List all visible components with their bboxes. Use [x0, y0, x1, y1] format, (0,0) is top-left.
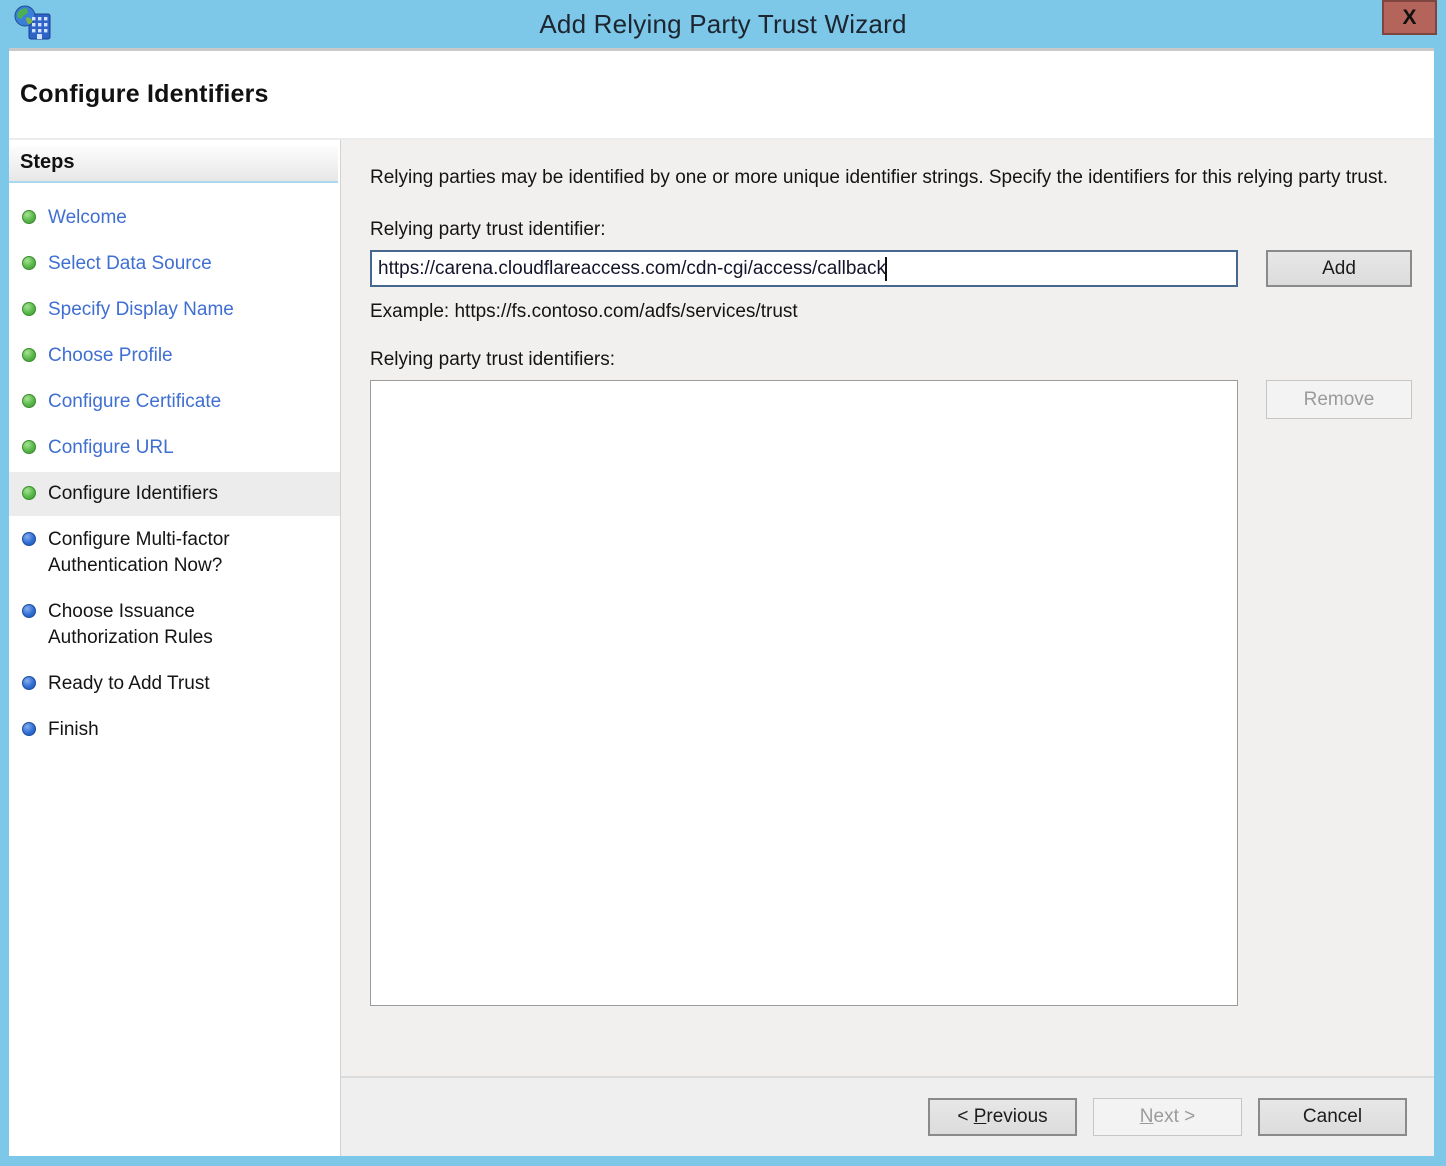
- step-item-select-data-source[interactable]: Select Data Source: [9, 251, 340, 277]
- step-item-configure-url[interactable]: Configure URL: [9, 435, 340, 461]
- wizard-window: Add Relying Party Trust Wizard X Configu…: [0, 0, 1446, 1166]
- window-title: Add Relying Party Trust Wizard: [0, 0, 1446, 48]
- steps-header: Steps: [9, 146, 338, 183]
- add-button[interactable]: Add: [1266, 250, 1412, 287]
- step-pending-bullet-icon: [22, 676, 36, 690]
- step-item-welcome[interactable]: Welcome: [9, 205, 340, 231]
- step-label: Configure Certificate: [48, 389, 221, 415]
- identifier-label: Relying party trust identifier:: [370, 219, 1434, 241]
- next-button: Next >: [1093, 1098, 1242, 1136]
- step-label: Configure Multi-factor Authentication No…: [48, 527, 300, 579]
- step-item-configure-identifiers: Configure Identifiers: [9, 472, 340, 516]
- main-panel: Relying parties may be identified by one…: [341, 140, 1434, 1076]
- step-label: Ready to Add Trust: [48, 671, 210, 697]
- step-pending-bullet-icon: [22, 532, 36, 546]
- step-label: Configure Identifiers: [48, 481, 218, 507]
- dialog-body: Configure Identifiers Steps Welcome Selec…: [9, 48, 1434, 1156]
- step-completed-bullet-icon: [22, 394, 36, 408]
- step-label: Finish: [48, 717, 99, 743]
- step-label: Choose Issuance Authorization Rules: [48, 599, 300, 651]
- steps-sidebar: Steps Welcome Select Data Source Specify D…: [9, 140, 341, 1156]
- identifiers-listbox[interactable]: [370, 380, 1238, 1006]
- close-button[interactable]: X: [1382, 0, 1437, 35]
- step-label: Choose Profile: [48, 343, 173, 369]
- identifiers-list-label: Relying party trust identifiers:: [370, 349, 1434, 371]
- step-completed-bullet-icon: [22, 256, 36, 270]
- footer-bar: < Previous Next > Cancel: [341, 1076, 1434, 1156]
- page-title: Configure Identifiers: [20, 80, 269, 109]
- step-label: Welcome: [48, 205, 127, 231]
- step-label: Select Data Source: [48, 251, 212, 277]
- step-completed-bullet-icon: [22, 348, 36, 362]
- text-caret-icon: [885, 257, 887, 281]
- step-item-configure-certificate[interactable]: Configure Certificate: [9, 389, 340, 415]
- relying-party-identifier-input[interactable]: [370, 250, 1238, 287]
- previous-button[interactable]: < Previous: [928, 1098, 1077, 1136]
- step-label: Configure URL: [48, 435, 174, 461]
- step-item-specify-display-name[interactable]: Specify Display Name: [9, 297, 340, 323]
- remove-button: Remove: [1266, 380, 1412, 419]
- example-text: Example: https://fs.contoso.com/adfs/ser…: [370, 301, 1434, 323]
- step-completed-bullet-icon: [22, 210, 36, 224]
- step-item-choose-issuance-authorization-rules: Choose Issuance Authorization Rules: [9, 599, 340, 651]
- step-completed-bullet-icon: [22, 486, 36, 500]
- step-completed-bullet-icon: [22, 302, 36, 316]
- step-item-ready-to-add-trust: Ready to Add Trust: [9, 671, 340, 697]
- step-completed-bullet-icon: [22, 440, 36, 454]
- steps-list: Welcome Select Data Source Specify Display…: [9, 205, 340, 743]
- cancel-button[interactable]: Cancel: [1258, 1098, 1407, 1136]
- page-header: Configure Identifiers: [9, 51, 1434, 140]
- intro-text: Relying parties may be identified by one…: [370, 164, 1400, 191]
- title-bar: Add Relying Party Trust Wizard X: [0, 0, 1446, 48]
- step-label: Specify Display Name: [48, 297, 234, 323]
- step-pending-bullet-icon: [22, 722, 36, 736]
- step-pending-bullet-icon: [22, 604, 36, 618]
- step-item-configure-multi-factor-authentication-now: Configure Multi-factor Authentication No…: [9, 527, 340, 579]
- step-item-finish: Finish: [9, 717, 340, 743]
- step-item-choose-profile[interactable]: Choose Profile: [9, 343, 340, 369]
